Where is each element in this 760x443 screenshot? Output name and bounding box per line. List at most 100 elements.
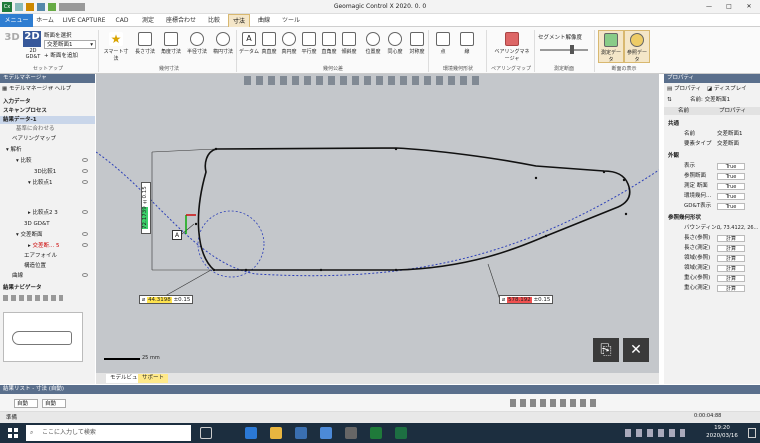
angle-dimension-button[interactable]: 角度寸法: [158, 30, 184, 63]
length-dimension-button[interactable]: 長さ寸法: [132, 30, 158, 63]
prop-value[interactable]: 交差断面1: [717, 130, 743, 139]
eye-icon[interactable]: [82, 180, 88, 184]
section-appearance[interactable]: 外観: [668, 152, 679, 160]
eye-icon[interactable]: [82, 243, 88, 247]
eye-icon[interactable]: [82, 158, 88, 162]
tab-live-capture[interactable]: LIVE CAPTURE: [60, 14, 108, 27]
tree-bearing-map[interactable]: ベアリングマップ: [12, 135, 56, 143]
app-icon[interactable]: [345, 427, 357, 439]
tab-dimension[interactable]: 寸法: [228, 14, 250, 27]
radius-dimension-button[interactable]: 半径寸法: [184, 30, 210, 63]
tab-curve[interactable]: 曲線: [254, 14, 274, 27]
model-manager-tab[interactable]: ▦ モデルマネージャ: [2, 85, 53, 93]
roundness-button[interactable]: 真円度: [278, 30, 300, 63]
eye-icon[interactable]: [82, 273, 88, 277]
concentricity-button[interactable]: 同心度: [384, 30, 406, 63]
ellipse-dimension-button[interactable]: 楕円寸法: [210, 30, 236, 63]
prop-value[interactable]: 計算: [717, 275, 745, 282]
angularity-button[interactable]: 傾斜度: [338, 30, 360, 63]
tree-compare-point-2[interactable]: ▸ 比較点2 3: [28, 209, 58, 217]
tab-measure[interactable]: 測定: [138, 14, 158, 27]
sort-icon[interactable]: ⇅: [667, 96, 672, 104]
display-tab[interactable]: ◪ ディスプレイ: [707, 85, 747, 93]
auto-select-1[interactable]: 自動: [14, 399, 38, 408]
smart-dimension-button[interactable]: ★ スマート寸法: [102, 30, 130, 63]
result-list-icons[interactable]: [510, 399, 600, 407]
prop-value[interactable]: True: [717, 173, 745, 180]
maximize-button[interactable]: □: [720, 0, 738, 14]
eye-icon[interactable]: [82, 210, 88, 214]
auto-select-2[interactable]: 自動: [42, 399, 66, 408]
section-dropdown[interactable]: 交差断面1 ▾: [44, 40, 96, 49]
point-button[interactable]: 点: [432, 30, 454, 63]
mode-2d-button[interactable]: 2D: [23, 31, 41, 47]
datum-a-label[interactable]: A: [172, 230, 182, 240]
close-button[interactable]: ✕: [740, 0, 758, 14]
symmetry-button[interactable]: 対称度: [406, 30, 428, 63]
tray-icons[interactable]: [625, 429, 685, 437]
tree-analysis[interactable]: ▾ 解析: [6, 146, 22, 154]
task-view-icon[interactable]: [200, 427, 212, 439]
store-icon[interactable]: [295, 427, 307, 439]
explorer-icon[interactable]: [270, 427, 282, 439]
viewport[interactable]: 72.1739 ±0.15 A ⌀ 44.3198 ±0.15 ⌀ 578.19…: [96, 74, 659, 373]
add-section-button[interactable]: + 断面を追加: [44, 51, 78, 59]
prop-value[interactable]: True: [717, 203, 745, 210]
navigator-toolbar[interactable]: [3, 295, 63, 301]
tree-structure-position[interactable]: 構造位置: [24, 262, 46, 270]
tree-compare[interactable]: ▾ 比較: [16, 157, 32, 165]
tree-cross-section-item[interactable]: ▸ 交差断... 5: [28, 242, 60, 250]
right-dimension-label[interactable]: ⌀ 578.192 ±0.15: [499, 295, 554, 304]
tree-3d-gdt[interactable]: 3D GD&T: [24, 220, 50, 228]
tab-tools[interactable]: ツール: [280, 14, 302, 27]
measured-data-button[interactable]: 測定データ: [598, 30, 624, 63]
tree-scan-process[interactable]: スキャンプロセス: [3, 107, 47, 115]
tree-compare-point-1[interactable]: ▾ 比較点1: [28, 179, 53, 187]
section-reference-geometry[interactable]: 参照幾何形状: [668, 214, 701, 222]
tab-alignment[interactable]: 座標合わせ: [163, 14, 199, 27]
line-button[interactable]: 線: [456, 30, 478, 63]
select-section-label[interactable]: 断面を選択: [44, 31, 72, 39]
taskbar-search[interactable]: ⌕ ここに入力して検索: [26, 425, 191, 441]
prop-value[interactable]: 計算: [717, 265, 745, 272]
perpendicularity-button[interactable]: 直角度: [318, 30, 340, 63]
tree-curve[interactable]: 曲線: [12, 272, 23, 280]
eye-icon[interactable]: [82, 169, 88, 173]
minimize-button[interactable]: —: [700, 0, 718, 14]
excel-icon[interactable]: [395, 427, 407, 439]
prop-value[interactable]: 交差断面: [717, 140, 739, 149]
reference-data-button[interactable]: 参照データ: [624, 30, 650, 63]
prop-value[interactable]: True: [717, 183, 745, 190]
prop-value[interactable]: True: [717, 193, 745, 200]
tree-3d-compare-1[interactable]: 3D比較1: [34, 168, 56, 176]
tree-airfoil[interactable]: エアフォイル: [24, 252, 57, 260]
tree-align-reference[interactable]: 基準に合わせる: [16, 125, 55, 133]
tab-cad[interactable]: CAD: [112, 14, 132, 27]
tree-result-data[interactable]: 結果データ-1: [0, 116, 95, 124]
tab-compare[interactable]: 比較: [204, 14, 224, 27]
prop-value[interactable]: 計算: [717, 255, 745, 262]
result-thumbnail[interactable]: [3, 312, 83, 362]
prop-value[interactable]: 0, 73.4122, 26...: [717, 224, 759, 233]
position-button[interactable]: 位置度: [362, 30, 384, 63]
prop-value[interactable]: 計算: [717, 245, 745, 252]
tab-home[interactable]: ホーム: [33, 14, 57, 27]
control-x-icon[interactable]: [370, 427, 382, 439]
notification-icon[interactable]: [748, 428, 756, 438]
eye-icon[interactable]: [82, 232, 88, 236]
exit-mode-button[interactable]: ⎘: [593, 338, 619, 362]
tree-input-data[interactable]: 入力データ: [3, 98, 31, 106]
tab-menu[interactable]: メニュー: [0, 14, 33, 27]
segment-resolution-slider[interactable]: [540, 49, 588, 51]
datum-button[interactable]: A データム: [238, 30, 260, 63]
edge-icon[interactable]: [245, 427, 257, 439]
tab-support[interactable]: サポート: [138, 374, 169, 383]
slider-thumb[interactable]: [570, 45, 574, 54]
cancel-mode-button[interactable]: ✕: [623, 338, 649, 362]
tree-cross-section[interactable]: ▾ 交差断面: [16, 231, 43, 239]
parallelism-button[interactable]: 平行度: [298, 30, 320, 63]
left-dimension-label[interactable]: ⌀ 44.3198 ±0.15: [139, 295, 194, 304]
quick-access-toolbar[interactable]: [15, 3, 85, 11]
prop-value[interactable]: 計算: [717, 235, 745, 242]
straightness-button[interactable]: 真直度: [258, 30, 280, 63]
